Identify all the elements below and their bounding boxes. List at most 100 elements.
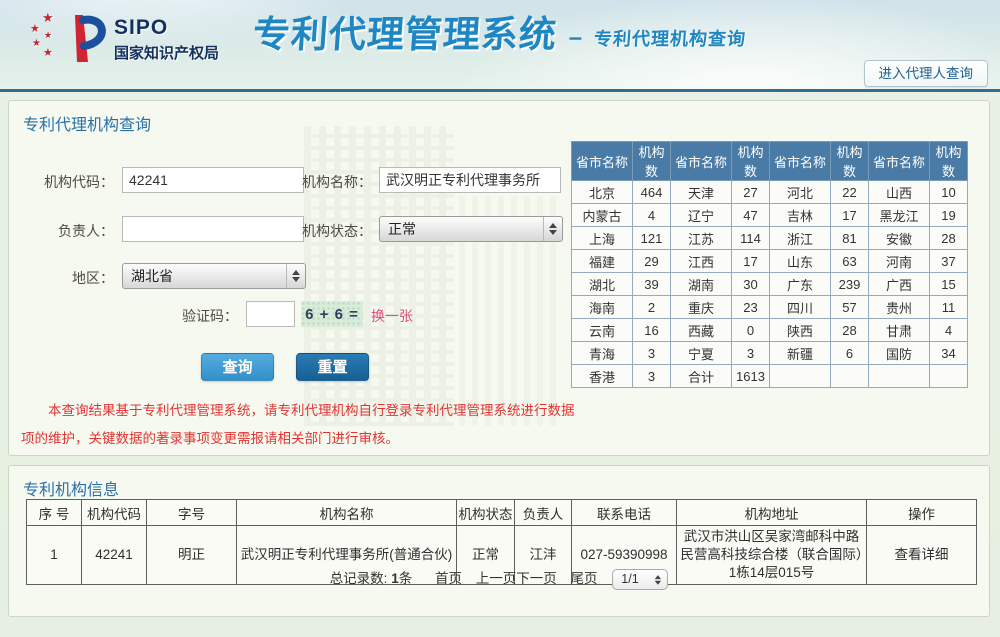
- info-header-cell: 联系电话: [572, 500, 677, 526]
- stats-cell: 28: [831, 319, 869, 342]
- info-header-cell: 序 号: [27, 500, 82, 526]
- select-arrows-icon: [650, 572, 665, 587]
- stats-cell: 17: [732, 250, 770, 273]
- stats-cell: 西藏: [671, 319, 732, 342]
- stats-row: 福建29江西17山东63河南37: [572, 250, 968, 273]
- region-select[interactable]: 湖北省: [122, 263, 306, 289]
- stats-header-cell: 省市名称: [572, 142, 633, 181]
- stats-cell: 国防: [869, 342, 930, 365]
- stats-cell: 15: [930, 273, 968, 296]
- stats-row: 北京464天津27河北22山西10: [572, 181, 968, 204]
- stats-cell: 香港: [572, 365, 633, 388]
- captcha-input[interactable]: [246, 301, 295, 327]
- org-name-label: 机构名称：: [277, 172, 372, 192]
- title-dash: –: [567, 18, 583, 58]
- stats-cell: 23: [732, 296, 770, 319]
- stats-row: 香港3合计1613: [572, 365, 968, 388]
- info-header-cell: 操作: [867, 500, 977, 526]
- stats-cell: 湖南: [671, 273, 732, 296]
- stats-cell: 湖北: [572, 273, 633, 296]
- last-page-link[interactable]: 尾页: [571, 571, 598, 586]
- app-title: 专利代理管理系统: [251, 12, 558, 58]
- total-records-value: 1: [391, 571, 399, 586]
- select-arrows-icon: [286, 264, 305, 288]
- stats-cell: 0: [732, 319, 770, 342]
- sipo-logo: ★ ★ ★ ★ ★ SIPO 国家知识产权局: [30, 6, 260, 78]
- prev-page-link[interactable]: 上一页: [476, 571, 517, 586]
- search-panel-title: 专利代理机构查询: [23, 111, 151, 135]
- stats-cell: [869, 365, 930, 388]
- stats-cell: 19: [930, 204, 968, 227]
- stats-cell: 天津: [671, 181, 732, 204]
- org-name-input[interactable]: [379, 167, 561, 193]
- stats-cell: 3: [633, 342, 671, 365]
- stats-cell: 宁夏: [671, 342, 732, 365]
- stats-cell: 27: [732, 181, 770, 204]
- stats-cell: 6: [831, 342, 869, 365]
- principal-label: 负责人：: [19, 221, 114, 241]
- logo-org-label: 国家知识产权局: [114, 42, 219, 63]
- stats-cell: 江苏: [671, 227, 732, 250]
- notice-text: 本查询结果基于专利代理管理系统，请专利代理机构自行登录专利代理管理系统进行数据项…: [21, 397, 587, 453]
- info-header-cell: 机构名称: [237, 500, 457, 526]
- stats-header-cell: 省市名称: [770, 142, 831, 181]
- stats-cell: 江西: [671, 250, 732, 273]
- stats-cell: 辽宁: [671, 204, 732, 227]
- stats-cell: 4: [930, 319, 968, 342]
- stats-header-cell: 省市名称: [869, 142, 930, 181]
- stats-cell: 河南: [869, 250, 930, 273]
- captcha-label: 验证码：: [143, 306, 238, 326]
- stats-cell: 甘肃: [869, 319, 930, 342]
- info-header-cell: 负责人: [515, 500, 572, 526]
- stats-cell: 上海: [572, 227, 633, 250]
- status-label: 机构状态：: [277, 221, 372, 241]
- total-records-unit: 条: [399, 571, 413, 586]
- info-panel-title: 专利机构信息: [23, 476, 119, 500]
- region-label: 地区：: [19, 268, 114, 288]
- info-header-row: 序 号 机构代码 字号 机构名称 机构状态 负责人 联系电话 机构地址 操作: [27, 500, 977, 526]
- stats-cell: 30: [732, 273, 770, 296]
- stats-row: 湖北39湖南30广东239广西15: [572, 273, 968, 296]
- stats-cell: 山东: [770, 250, 831, 273]
- stats-cell: 47: [732, 204, 770, 227]
- agency-search-panel: 专利代理机构查询 机构代码： 机构名称： 负责人： 机构状态： 正常 地区： 湖…: [8, 100, 990, 456]
- query-button[interactable]: 查询: [201, 353, 274, 381]
- stats-cell: [770, 365, 831, 388]
- page-select-value: 1/1: [621, 572, 638, 586]
- stats-header-row: 省市名称 机构数 省市名称 机构数 省市名称 机构数 省市名称 机构数: [572, 142, 968, 181]
- agent-query-button[interactable]: 进入代理人查询: [864, 60, 989, 87]
- stats-cell: 贵州: [869, 296, 930, 319]
- page-select[interactable]: 1/1: [612, 569, 668, 590]
- stats-cell: 广西: [869, 273, 930, 296]
- stats-cell: 北京: [572, 181, 633, 204]
- logo-text: SIPO 国家知识产权局: [114, 16, 219, 63]
- first-page-link[interactable]: 首页: [435, 571, 462, 586]
- stats-cell: 3: [732, 342, 770, 365]
- page: ★ ★ ★ ★ ★ SIPO 国家知识产权局 专利代理管理系统 – 专利代理机构…: [0, 0, 1000, 637]
- stats-cell: 河北: [770, 181, 831, 204]
- captcha-image: 6 + 6 =: [301, 301, 363, 327]
- stats-cell: 安徽: [869, 227, 930, 250]
- stats-cell: 吉林: [770, 204, 831, 227]
- stats-cell: 81: [831, 227, 869, 250]
- status-select-value: 正常: [388, 219, 416, 239]
- stats-cell: 山西: [869, 181, 930, 204]
- stats-cell: 16: [633, 319, 671, 342]
- info-header-cell: 机构地址: [677, 500, 867, 526]
- captcha-refresh-link[interactable]: 换一张: [371, 306, 413, 326]
- total-records-label: 总记录数:: [330, 571, 388, 586]
- stats-cell: 17: [831, 204, 869, 227]
- stats-cell: 新疆: [770, 342, 831, 365]
- stats-cell: 陕西: [770, 319, 831, 342]
- reset-button[interactable]: 重置: [296, 353, 369, 381]
- status-select[interactable]: 正常: [379, 216, 563, 242]
- stats-cell: 121: [633, 227, 671, 250]
- stats-header-cell: 机构数: [633, 142, 671, 181]
- page-subtitle: 专利代理机构查询: [593, 20, 748, 58]
- stats-cell: 重庆: [671, 296, 732, 319]
- stats-cell: 2: [633, 296, 671, 319]
- stats-cell: 海南: [572, 296, 633, 319]
- next-page-link[interactable]: 下一页: [516, 571, 557, 586]
- stats-row: 内蒙古4辽宁47吉林17黑龙江19: [572, 204, 968, 227]
- stats-row: 云南16西藏0陕西28甘肃4: [572, 319, 968, 342]
